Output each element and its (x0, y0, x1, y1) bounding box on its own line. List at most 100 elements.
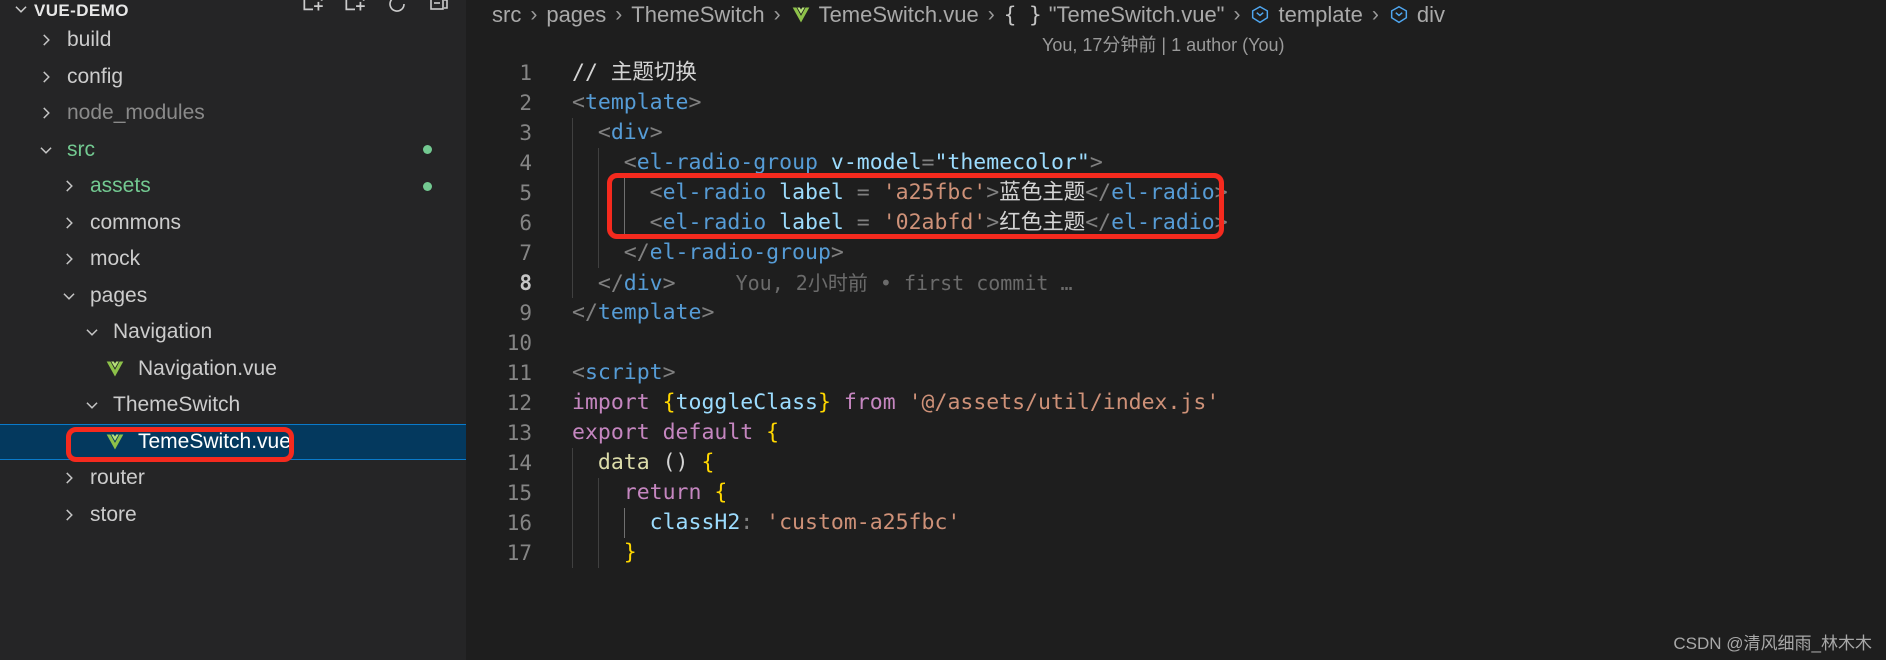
code-token: '@/assets/util/index.js' (908, 390, 1220, 415)
line-number: 15 (506, 481, 532, 505)
breadcrumb-item-label: div (1416, 2, 1445, 27)
code-line[interactable]: 10 (466, 328, 1886, 358)
code-line[interactable]: 14 data () { (466, 448, 1886, 478)
line-number: 1 (519, 61, 532, 85)
code-line[interactable]: 5 <el-radio label = 'a25fbc'>蓝色主题</el-ra… (466, 178, 1886, 208)
breadcrumb-separator-icon: › (1233, 3, 1241, 26)
code-line[interactable]: 13 export default { (466, 418, 1886, 448)
code-token: > (1089, 150, 1103, 175)
chevron-right-icon[interactable] (56, 502, 82, 528)
code-token: div (623, 270, 663, 296)
breadcrumb-item[interactable]: div (1388, 2, 1445, 28)
chevron-right-icon[interactable] (56, 210, 82, 236)
indent-guide (598, 148, 599, 178)
chevron-down-icon[interactable] (8, 0, 34, 22)
new-file-icon[interactable] (300, 0, 326, 17)
code-token: 'custom-a25fbc' (766, 510, 961, 535)
code-token: template (584, 90, 689, 115)
breadcrumb-separator-icon: › (1371, 3, 1379, 26)
code-line[interactable]: 4 <el-radio-group v-model="themecolor"> (466, 148, 1886, 178)
code-line[interactable]: 8 </div> You, 2小时前 • first commit … (466, 267, 1886, 298)
code-token: // 主题切换 (572, 60, 697, 85)
breadcrumb-item[interactable]: src (492, 2, 521, 28)
code-line[interactable]: 16 classH2: 'custom-a25fbc' (466, 508, 1886, 538)
code-line[interactable]: 9 </template> (466, 298, 1886, 328)
breadcrumb-item[interactable]: template (1249, 2, 1363, 28)
code-line-text: import {toggleClass} from '@/assets/util… (532, 388, 1219, 418)
file-tree-item[interactable]: Navigation.vue (0, 351, 466, 388)
code-line[interactable]: 11 <script> (466, 358, 1886, 388)
chevron-right-icon[interactable] (33, 100, 59, 126)
file-tree-item[interactable]: assets (0, 168, 466, 205)
breadcrumb-item[interactable]: TemeSwitch.vue (790, 2, 979, 28)
code-token: import (572, 390, 650, 415)
code-line-text: <el-radio-group v-model="themecolor"> (532, 148, 1103, 178)
vue-file-icon (102, 431, 128, 453)
code-token: from (843, 390, 896, 415)
code-token: 红色主题 (999, 210, 1086, 235)
code-line[interactable]: 15 return { (466, 478, 1886, 508)
file-tree-item[interactable]: Navigation (0, 314, 466, 351)
file-tree-item-label: node_modules (67, 101, 205, 125)
indent-guide (572, 238, 573, 268)
code-line-text: data () { (532, 448, 714, 478)
code-line[interactable]: 6 <el-radio label = '02abfd'>红色主题</el-ra… (466, 208, 1886, 238)
file-tree-item[interactable]: pages (0, 278, 466, 315)
breadcrumb[interactable]: src › pages › ThemeSwitch › TemeSwitch.vue › { }… (466, 0, 1886, 30)
breadcrumb-item[interactable]: { } "TemeSwitch.vue" (1004, 2, 1225, 28)
chevron-down-icon[interactable] (56, 283, 82, 309)
code-line[interactable]: 2 <template> (466, 88, 1886, 118)
code-editor-content[interactable]: 1// 主题切换 2 <template> 3 <div> 4 <el-radio-gr… (466, 58, 1886, 568)
chevron-right-icon[interactable] (56, 465, 82, 491)
code-line[interactable]: 12 import {toggleClass} from '@/assets/ut… (466, 388, 1886, 418)
code-line-text: <template> (532, 88, 701, 118)
file-tree[interactable]: build config node_modulessrc assets commons m… (0, 22, 466, 533)
watermark: CSDN @清风细雨_林木木 (1673, 634, 1872, 653)
code-line[interactable]: 17 } (466, 538, 1886, 568)
line-number: 13 (506, 421, 532, 445)
line-number: 8 (519, 271, 532, 295)
file-tree-item[interactable]: config (0, 59, 466, 96)
code-token: { (662, 390, 676, 415)
explorer-sidebar: VUE-DEMO build config node_modulessrc asset… (0, 0, 466, 660)
file-tree-item-selected[interactable]: TemeSwitch.vue (0, 423, 466, 460)
chevron-down-icon[interactable] (79, 392, 105, 418)
vue-file-icon (790, 5, 812, 25)
line-number: 6 (519, 211, 532, 235)
new-folder-icon[interactable] (342, 0, 368, 17)
line-number: 2 (519, 91, 532, 115)
file-tree-item[interactable]: src (0, 132, 466, 169)
code-line[interactable]: 7 </el-radio-group> (466, 238, 1886, 268)
file-tree-item[interactable]: node_modules (0, 95, 466, 132)
file-tree-item[interactable]: commons (0, 205, 466, 242)
file-tree-item[interactable]: router (0, 460, 466, 497)
collapse-all-icon[interactable] (426, 0, 452, 17)
file-tree-item-label: TemeSwitch.vue (138, 429, 291, 453)
explorer-section-header[interactable]: VUE-DEMO (0, 0, 466, 22)
indent-guide (572, 208, 573, 238)
breadcrumb-item[interactable]: pages (546, 2, 606, 28)
code-line-text: </el-radio-group> (532, 238, 844, 268)
code-line[interactable]: 1 // 主题切换 (466, 58, 1886, 88)
chevron-down-icon[interactable] (33, 137, 59, 163)
chevron-right-icon[interactable] (56, 173, 82, 199)
indent-guide (598, 508, 599, 538)
chevron-right-icon[interactable] (56, 246, 82, 272)
code-line-text: <div> (532, 118, 663, 148)
line-number: 3 (519, 121, 532, 145)
breadcrumb-separator-icon: › (530, 3, 538, 26)
refresh-icon[interactable] (384, 0, 410, 17)
file-tree-item[interactable]: mock (0, 241, 466, 278)
breadcrumb-item[interactable]: ThemeSwitch (631, 2, 764, 28)
line-number: 12 (506, 391, 532, 415)
file-tree-item[interactable]: build (0, 22, 466, 59)
chevron-right-icon[interactable] (33, 64, 59, 90)
code-line[interactable]: 3 <div> (466, 118, 1886, 148)
code-token: > (649, 120, 663, 145)
file-tree-item[interactable]: store (0, 497, 466, 534)
chevron-down-icon[interactable] (79, 319, 105, 345)
chevron-right-icon[interactable] (33, 27, 59, 53)
file-tree-item[interactable]: ThemeSwitch (0, 387, 466, 424)
indent-guide (572, 148, 573, 178)
